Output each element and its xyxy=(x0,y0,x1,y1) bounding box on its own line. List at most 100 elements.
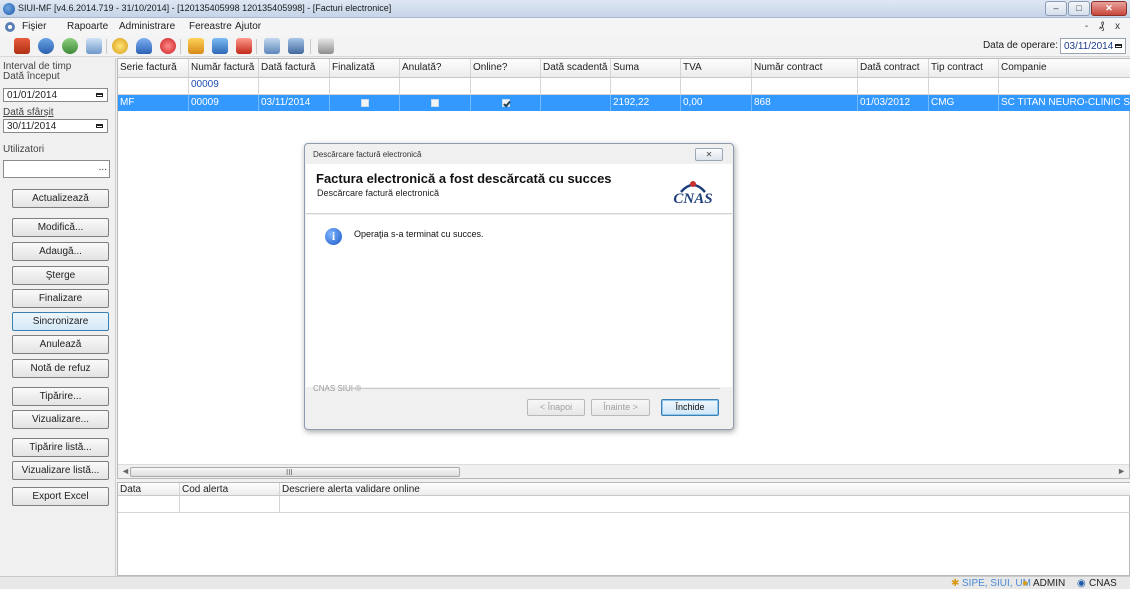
add-button[interactable]: Adaugă... xyxy=(12,242,109,261)
calendar-dropdown-icon[interactable] xyxy=(96,124,103,128)
filter-cell[interactable] xyxy=(681,78,752,94)
finalized-checkbox[interactable] xyxy=(360,98,369,107)
view-button[interactable]: Vizualizare... xyxy=(12,410,109,429)
toolbar-separator xyxy=(180,39,181,54)
filter-cell[interactable] xyxy=(280,496,1130,512)
col-header-contract-date[interactable]: Dată contract xyxy=(858,59,929,77)
alerts-filter-row[interactable] xyxy=(118,496,1130,513)
scroll-right-icon[interactable]: ► xyxy=(1117,466,1126,476)
filter-cell[interactable] xyxy=(400,78,471,94)
filter-cell[interactable] xyxy=(999,78,1130,94)
person-icon[interactable] xyxy=(136,38,152,54)
cnas-icon: ◉ xyxy=(1077,578,1086,589)
filter-cell[interactable] xyxy=(180,496,280,512)
print-icon[interactable] xyxy=(318,38,334,54)
col-header-alert-code[interactable]: Cod alerta xyxy=(180,483,280,495)
grid-filter-row[interactable]: 00009 xyxy=(118,78,1130,95)
col-header-alert-date[interactable]: Data xyxy=(118,483,180,495)
col-header-number[interactable]: Număr factură xyxy=(189,59,259,77)
col-header-series[interactable]: Serie factură xyxy=(118,59,189,77)
col-header-amount[interactable]: Suma xyxy=(611,59,681,77)
end-date-field[interactable]: 30/11/2014 xyxy=(3,119,108,133)
cycle-icon[interactable] xyxy=(62,38,78,54)
filter-cell[interactable] xyxy=(858,78,929,94)
filter-cell[interactable] xyxy=(929,78,999,94)
export-excel-button[interactable]: Export Excel xyxy=(12,487,109,506)
cancelled-checkbox[interactable] xyxy=(431,98,439,107)
cell-contract-type: CMG xyxy=(929,95,999,111)
filter-number-cell[interactable]: 00009 xyxy=(189,78,259,94)
filter-cell[interactable] xyxy=(330,78,400,94)
operation-date-value: 03/11/2014 xyxy=(1064,41,1114,52)
start-date-field[interactable]: 01/01/2014 xyxy=(3,88,108,102)
users-icon[interactable] xyxy=(14,38,30,54)
table-row[interactable]: MF 00009 03/11/2014 2192,22 0,00 868 01/… xyxy=(118,95,1130,111)
col-header-vat[interactable]: TVA xyxy=(681,59,752,77)
sync-button[interactable]: Sincronizare xyxy=(12,312,109,331)
cell-contract-date: 01/03/2012 xyxy=(858,95,929,111)
stack-icon[interactable] xyxy=(288,38,304,54)
filter-cell[interactable] xyxy=(118,78,189,94)
scroll-grip-icon: III xyxy=(286,468,293,477)
users-browse-button[interactable]: ... xyxy=(99,162,107,173)
menu-help[interactable]: Ajutor xyxy=(235,21,261,32)
close-dialog-button[interactable]: Închide xyxy=(661,399,719,416)
col-header-cancelled[interactable]: Anulată? xyxy=(400,59,471,77)
menu-file[interactable]: Fişier xyxy=(22,21,46,32)
col-header-contract-type[interactable]: Tip contract xyxy=(929,59,999,77)
mdi-window-controls[interactable]: - ₰ x xyxy=(1085,21,1124,32)
back-button[interactable]: < Înapoi xyxy=(527,399,585,416)
database-icon[interactable] xyxy=(38,38,54,54)
col-header-finalized[interactable]: Finalizată xyxy=(330,59,400,77)
modules-icon: ✱ xyxy=(951,578,960,589)
end-date-label: Dată sfârşit xyxy=(3,107,54,118)
refusal-note-button[interactable]: Notă de refuz xyxy=(12,359,109,378)
scroll-thumb[interactable]: III xyxy=(130,467,460,477)
filter-cell[interactable] xyxy=(611,78,681,94)
smile-icon[interactable] xyxy=(112,38,128,54)
menu-admin[interactable]: Administrare xyxy=(119,21,175,32)
settings-doc-icon[interactable] xyxy=(264,38,280,54)
col-header-due-date[interactable]: Dată scadentă xyxy=(541,59,611,77)
online-checkbox[interactable] xyxy=(501,98,510,107)
print-button[interactable]: Tipărire... xyxy=(12,387,109,406)
check-doc-icon[interactable] xyxy=(86,38,102,54)
calendar-dropdown-icon[interactable] xyxy=(1115,44,1122,48)
filter-cell[interactable] xyxy=(471,78,541,94)
medical-cross-icon[interactable] xyxy=(160,38,176,54)
dialog-title: Descărcare factură electronică xyxy=(313,150,422,159)
dialog-close-icon[interactable]: ✕ xyxy=(695,148,723,161)
print-list-button[interactable]: Tipărire listă... xyxy=(12,438,109,457)
filter-cell[interactable] xyxy=(541,78,611,94)
modify-button[interactable]: Modifică... xyxy=(12,218,109,237)
col-header-online[interactable]: Online? xyxy=(471,59,541,77)
col-header-company[interactable]: Companie xyxy=(999,59,1130,77)
menu-app-icon[interactable] xyxy=(4,21,16,36)
col-header-alert-description[interactable]: Descriere alerta validare online xyxy=(280,483,1130,495)
cancel-invoice-button[interactable]: Anulează xyxy=(12,335,109,354)
next-button[interactable]: Înainte > xyxy=(591,399,650,416)
finalize-button[interactable]: Finalizare xyxy=(12,289,109,308)
horizontal-scrollbar[interactable]: ◄ III ► xyxy=(118,464,1129,478)
menu-reports[interactable]: Rapoarte xyxy=(67,21,108,32)
close-button[interactable]: ✕ xyxy=(1091,1,1127,16)
operation-date-field[interactable]: 03/11/2014 xyxy=(1060,38,1126,54)
users-field[interactable]: ... xyxy=(3,160,110,178)
maximize-button[interactable]: □ xyxy=(1068,1,1090,16)
view-list-button[interactable]: Vizualizare listă... xyxy=(12,461,109,480)
refresh-button[interactable]: Actualizează xyxy=(12,189,109,208)
scroll-left-icon[interactable]: ◄ xyxy=(121,466,130,476)
alerts-grid[interactable]: Data Cod alerta Descriere alerta validar… xyxy=(117,482,1130,576)
delete-button[interactable]: Şterge xyxy=(12,266,109,285)
document-red-icon[interactable] xyxy=(236,38,252,54)
bottle-icon[interactable] xyxy=(212,38,228,54)
filter-cell[interactable] xyxy=(259,78,330,94)
pills-icon[interactable] xyxy=(188,38,204,54)
minimize-button[interactable]: – xyxy=(1045,1,1067,16)
filter-cell[interactable] xyxy=(118,496,180,512)
menu-windows[interactable]: Fereastre xyxy=(189,21,232,32)
filter-cell[interactable] xyxy=(752,78,858,94)
calendar-dropdown-icon[interactable] xyxy=(96,93,103,97)
col-header-contract-number[interactable]: Număr contract xyxy=(752,59,858,77)
col-header-date[interactable]: Dată factură xyxy=(259,59,330,77)
